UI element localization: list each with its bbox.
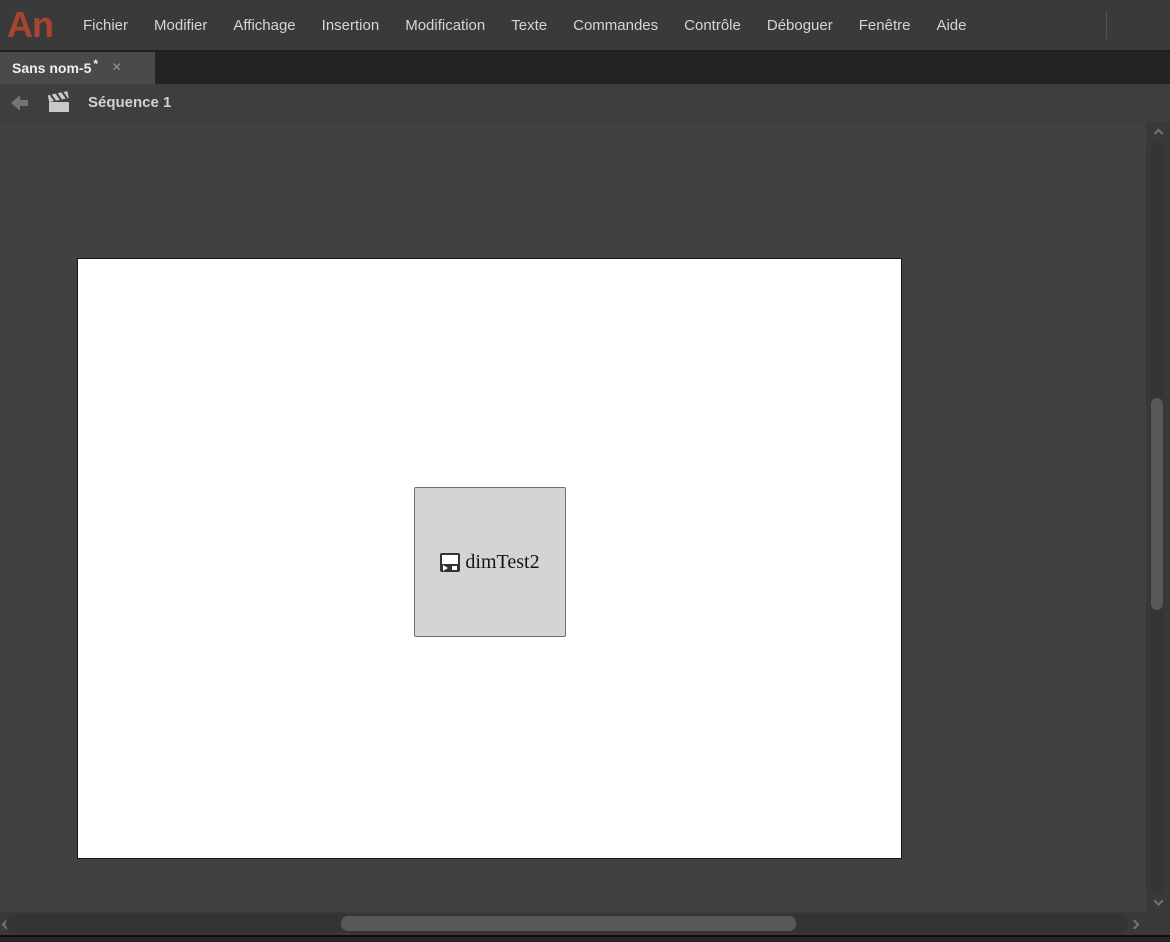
menu-bar-divider bbox=[1106, 11, 1107, 39]
stage[interactable]: dimTest2 bbox=[77, 258, 902, 859]
document-tab[interactable]: Sans nom-5 * × bbox=[0, 52, 155, 84]
pasteboard: dimTest2 bbox=[0, 122, 1146, 912]
component-instance-label: dimTest2 bbox=[465, 550, 540, 573]
menu-item-commandes[interactable]: Commandes bbox=[560, 17, 671, 34]
scroll-up-button[interactable] bbox=[1152, 127, 1164, 139]
menu-bar: An Fichier Modifier Affichage Insertion … bbox=[0, 0, 1170, 50]
scrollbar-corner bbox=[1146, 912, 1170, 935]
menu-item-modification[interactable]: Modification bbox=[392, 17, 498, 34]
unsaved-indicator: * bbox=[93, 57, 99, 71]
back-button[interactable] bbox=[8, 91, 34, 115]
scroll-down-button[interactable] bbox=[1152, 895, 1164, 908]
menu-item-modifier[interactable]: Modifier bbox=[141, 17, 220, 34]
control-dot-shape bbox=[452, 565, 458, 570]
scroll-right-button[interactable] bbox=[1128, 918, 1140, 930]
vertical-scrollbar[interactable] bbox=[1146, 122, 1170, 912]
menu-item-aide[interactable]: Aide bbox=[923, 17, 979, 34]
close-icon[interactable]: × bbox=[112, 60, 121, 76]
menu-item-fenetre[interactable]: Fenêtre bbox=[846, 17, 924, 34]
horizontal-scroll-thumb[interactable] bbox=[341, 916, 796, 931]
video-screen-shape bbox=[442, 554, 459, 564]
menu-item-fichier[interactable]: Fichier bbox=[70, 17, 141, 34]
document-tab-label: Sans nom-5 bbox=[12, 60, 92, 76]
menu-items: Fichier Modifier Affichage Insertion Mod… bbox=[70, 0, 979, 50]
back-arrow-icon bbox=[11, 95, 28, 111]
component-instance[interactable]: dimTest2 bbox=[414, 487, 566, 637]
chevron-down-icon bbox=[1153, 895, 1163, 906]
menu-item-controle[interactable]: Contrôle bbox=[671, 17, 754, 34]
document-tab-bar: Sans nom-5 * × bbox=[0, 52, 1170, 84]
chevron-up-icon bbox=[1153, 128, 1163, 138]
video-component-icon bbox=[440, 552, 461, 572]
bottom-edge-strip bbox=[0, 935, 1170, 942]
vertical-scroll-thumb[interactable] bbox=[1151, 398, 1163, 610]
chevron-right-icon bbox=[1129, 919, 1139, 929]
animate-window: An Fichier Modifier Affichage Insertion … bbox=[0, 0, 1170, 942]
scene-breadcrumb-label: Séquence 1 bbox=[88, 94, 172, 111]
menu-item-affichage[interactable]: Affichage bbox=[220, 17, 308, 34]
menu-item-deboguer[interactable]: Déboguer bbox=[754, 17, 846, 34]
edit-bar: Séquence 1 bbox=[0, 84, 1170, 203]
play-triangle-shape bbox=[443, 564, 449, 571]
menu-item-insertion[interactable]: Insertion bbox=[309, 17, 393, 34]
menu-item-texte[interactable]: Texte bbox=[498, 17, 560, 34]
clapperboard-icon bbox=[46, 91, 72, 115]
animate-logo: An bbox=[7, 4, 54, 45]
horizontal-scrollbar[interactable] bbox=[0, 912, 1146, 935]
